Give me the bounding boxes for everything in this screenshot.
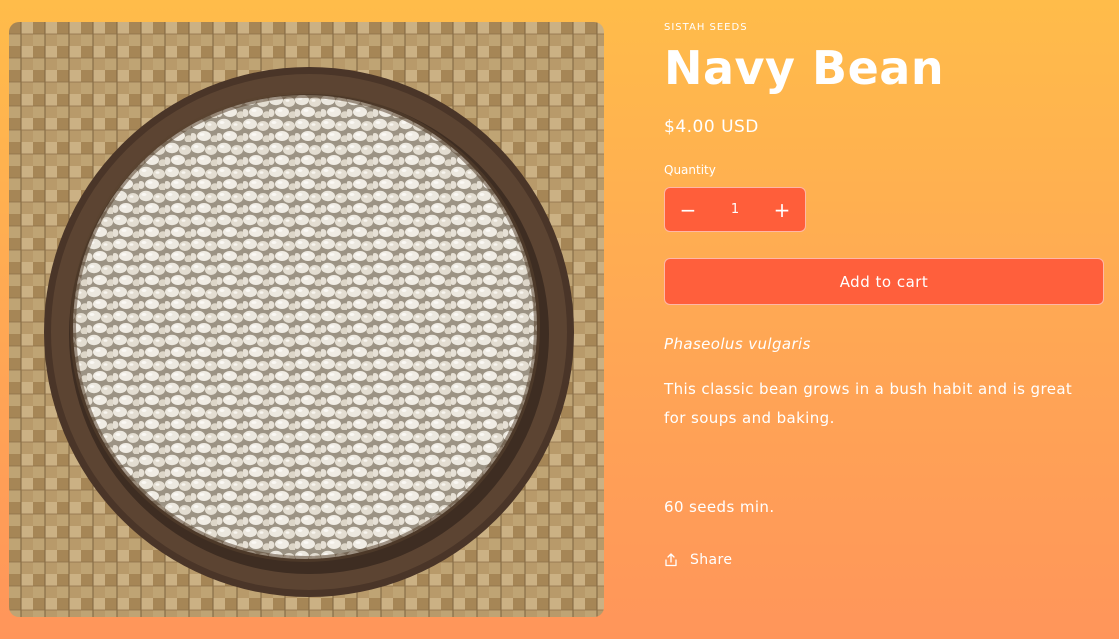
quantity-label: Quantity [664, 163, 716, 177]
increase-quantity-button[interactable]: + [759, 188, 805, 231]
quantity-input[interactable] [711, 188, 759, 231]
product-price: $4.00 USD [664, 117, 759, 137]
seed-count: 60 seeds min. [664, 498, 775, 516]
quantity-stepper: − + [664, 187, 806, 232]
product-image[interactable] [9, 22, 604, 617]
scientific-name: Phaseolus vulgaris [664, 335, 811, 353]
product-title: Navy Bean [664, 41, 945, 95]
decrease-quantity-button[interactable]: − [665, 188, 711, 231]
share-button[interactable]: Share [664, 549, 732, 571]
share-label: Share [690, 552, 733, 568]
product-description: This classic bean grows in a bush habit … [664, 380, 1073, 427]
add-to-cart-button[interactable]: Add to cart [664, 258, 1104, 305]
share-icon [665, 553, 677, 567]
vendor-name: SISTAH SEEDS [664, 22, 748, 33]
